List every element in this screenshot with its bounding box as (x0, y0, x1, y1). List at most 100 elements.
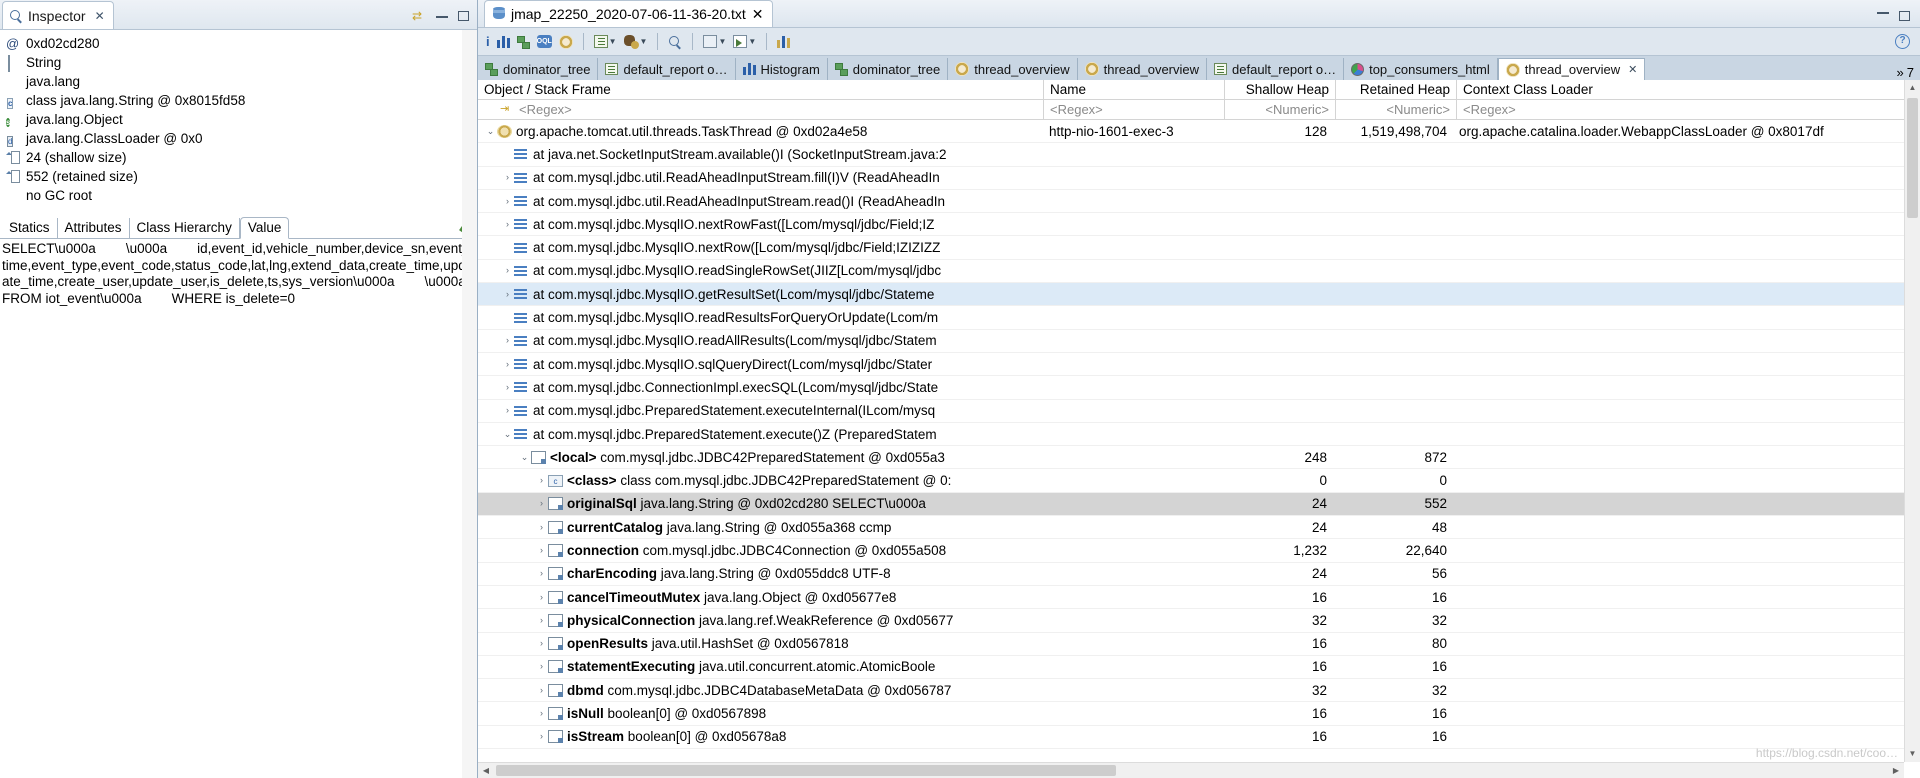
result-tab-3[interactable]: dominator_tree (827, 58, 949, 80)
minimize-icon[interactable] (1877, 11, 1889, 14)
list-item[interactable]: c class java.lang.String @ 0x8015fd58 (6, 91, 477, 110)
chevron-right-icon[interactable]: › (535, 569, 548, 578)
oql-icon[interactable]: OQL (535, 34, 554, 49)
search-icon[interactable] (666, 34, 684, 50)
info-icon[interactable]: i (484, 33, 492, 50)
list-item[interactable]: 24 (shallow size) (6, 148, 477, 167)
table-row[interactable]: › isStream boolean[0] @ 0xd05678a8 16 16 (478, 726, 1920, 750)
filter-ccl[interactable]: <Regex> (1457, 102, 1920, 117)
chevron-right-icon[interactable]: › (535, 662, 548, 671)
chevron-right-icon[interactable]: › (535, 499, 548, 508)
column-header-ccl[interactable]: Context Class Loader (1457, 82, 1920, 97)
table-row[interactable]: › at com.mysql.jdbc.MysqlIO.sqlQueryDirec… (478, 353, 1920, 377)
filter-retained[interactable]: <Numeric> (1336, 102, 1456, 117)
tab-inspector[interactable]: Inspector ✕ (2, 1, 114, 29)
minimize-icon[interactable] (436, 15, 448, 18)
column-header-name[interactable]: Name (1044, 82, 1224, 97)
result-tab-7[interactable]: top_consumers_html (1344, 58, 1498, 80)
maximize-icon[interactable] (1899, 11, 1910, 21)
table-row[interactable]: ⌄ at com.mysql.jdbc.PreparedStatement.exe… (478, 423, 1920, 447)
result-tabs-overflow[interactable]: » 7 (1891, 65, 1920, 80)
table-row[interactable]: › at com.mysql.jdbc.ConnectionImpl.execSQ… (478, 376, 1920, 400)
tab-class-hierarchy[interactable]: Class Hierarchy (130, 218, 240, 238)
column-header-shallow[interactable]: Shallow Heap (1225, 82, 1335, 97)
scroll-left-icon[interactable]: ◀ (478, 763, 494, 778)
table-row[interactable]: ⌄ <local> com.mysql.jdbc.JDBC42PreparedSt… (478, 446, 1920, 470)
scroll-thumb[interactable] (496, 765, 1116, 776)
chevron-right-icon[interactable]: › (535, 639, 548, 648)
filter-name[interactable]: <Regex> (1044, 102, 1224, 117)
help-icon[interactable]: ? (1895, 34, 1910, 49)
list-item[interactable]: 552 (retained size) (6, 167, 477, 186)
list-item[interactable]: java.lang (6, 72, 477, 91)
chevron-right-icon[interactable]: › (501, 196, 514, 206)
table-row[interactable]: at java.net.SocketInputStream.available(… (478, 143, 1920, 167)
chevron-down-icon[interactable]: ⌄ (484, 126, 497, 136)
table-vertical-scrollbar[interactable]: ▲ ▼ (1904, 80, 1920, 762)
table-horizontal-scrollbar[interactable]: ◀ ▶ (478, 762, 1904, 778)
filter-object[interactable]: ⇥ <Regex> (478, 102, 1043, 117)
table-row[interactable]: › at com.mysql.jdbc.util.ReadAheadInputSt… (478, 167, 1920, 190)
list-item[interactable]: no GC root (6, 186, 477, 205)
table-row[interactable]: at com.mysql.jdbc.MysqlIO.nextRow([Lcom/… (478, 236, 1920, 260)
table-row[interactable]: › dbmd com.mysql.jdbc.JDBC4DatabaseMetaDa… (478, 679, 1920, 703)
chevron-right-icon[interactable]: › (535, 545, 548, 555)
table-row[interactable]: › isNull boolean[0] @ 0xd0567898 16 16 (478, 702, 1920, 726)
export-icon[interactable]: ▼ (731, 34, 758, 49)
scroll-right-icon[interactable]: ▶ (1888, 763, 1904, 778)
gear-icon[interactable] (557, 34, 575, 50)
close-icon[interactable]: ✕ (752, 6, 764, 23)
chevron-down-icon[interactable]: ⌄ (518, 452, 531, 462)
tab-heap-dump-file[interactable]: jmap_22250_2020-07-06-11-36-20.txt ✕ (484, 0, 773, 27)
table-row[interactable]: › at com.mysql.jdbc.MysqlIO.readAllResult… (478, 330, 1920, 353)
chevron-right-icon[interactable]: › (535, 615, 548, 625)
table-row[interactable]: › originalSql java.lang.String @ 0xd02cd2… (478, 492, 1920, 517)
scroll-thumb[interactable] (1907, 98, 1918, 218)
calculator-icon[interactable]: ▼ (701, 34, 728, 49)
dominator-tree-icon[interactable] (515, 35, 532, 49)
table-row[interactable]: › statementExecuting java.util.concurrent… (478, 656, 1920, 680)
list-item[interactable]: String (6, 53, 477, 72)
table-row[interactable]: › openResults java.util.HashSet @ 0xd0567… (478, 633, 1920, 656)
table-row[interactable]: › c <class> class com.mysql.jdbc.JDBC42Pre… (478, 469, 1920, 493)
result-tab-6[interactable]: default_report o… (1207, 58, 1345, 80)
table-row[interactable]: › charEncoding java.lang.String @ 0xd055d… (478, 563, 1920, 586)
result-tab-2[interactable]: Histogram (735, 58, 828, 80)
table-row[interactable]: › at com.mysql.jdbc.MysqlIO.readSingleRow… (478, 260, 1920, 284)
list-item[interactable]: 0xd02cd280 (6, 34, 477, 53)
list-item[interactable]: s java.lang.Object (6, 110, 477, 129)
chevron-right-icon[interactable]: › (535, 732, 548, 741)
chevron-right-icon[interactable]: › (501, 219, 514, 229)
inspector-scrollbar[interactable] (462, 30, 477, 778)
close-icon[interactable]: ✕ (95, 9, 105, 23)
table-row[interactable]: at com.mysql.jdbc.MysqlIO.readResultsFor… (478, 306, 1920, 330)
run-report-icon[interactable]: ▼ (592, 34, 619, 49)
column-header-object[interactable]: Object / Stack Frame (478, 82, 1043, 97)
chevron-right-icon[interactable]: › (535, 685, 548, 695)
tab-attributes[interactable]: Attributes (58, 218, 130, 238)
scroll-up-icon[interactable]: ▲ (1905, 80, 1920, 96)
result-tab-5[interactable]: thread_overview (1077, 58, 1208, 80)
filter-shallow[interactable]: <Numeric> (1225, 102, 1335, 117)
table-row[interactable]: › at com.mysql.jdbc.MysqlIO.getResultSet(… (478, 283, 1920, 307)
scroll-down-icon[interactable]: ▼ (1905, 746, 1920, 762)
chevron-down-icon[interactable]: ⌄ (501, 429, 514, 439)
table-row[interactable]: › currentCatalog java.lang.String @ 0xd05… (478, 516, 1920, 540)
histogram-icon[interactable] (495, 35, 512, 49)
chevron-right-icon[interactable]: › (501, 359, 514, 369)
chevron-right-icon[interactable]: › (535, 709, 548, 718)
link-arrows-icon[interactable]: ⇄ (412, 9, 426, 23)
table-row[interactable]: › at com.mysql.jdbc.PreparedStatement.exe… (478, 400, 1920, 423)
table-row[interactable]: › cancelTimeoutMutex java.lang.Object @ 0… (478, 586, 1920, 610)
result-tab-1[interactable]: default_report o… (598, 58, 736, 80)
chevron-right-icon[interactable]: › (535, 522, 548, 532)
chevron-right-icon[interactable]: › (501, 336, 514, 345)
table-row[interactable]: › at com.mysql.jdbc.util.ReadAheadInputSt… (478, 190, 1920, 214)
result-tab-4[interactable]: thread_overview (948, 58, 1078, 80)
result-tab-8[interactable]: thread_overview ✕ (1497, 58, 1646, 80)
chevron-right-icon[interactable]: › (535, 476, 548, 485)
column-header-retained[interactable]: Retained Heap (1336, 82, 1456, 97)
maximize-icon[interactable] (458, 11, 469, 21)
table-row[interactable]: ⌄ org.apache.tomcat.util.threads.TaskThre… (478, 120, 1920, 144)
table-row[interactable]: › at com.mysql.jdbc.MysqlIO.nextRowFast([… (478, 213, 1920, 237)
